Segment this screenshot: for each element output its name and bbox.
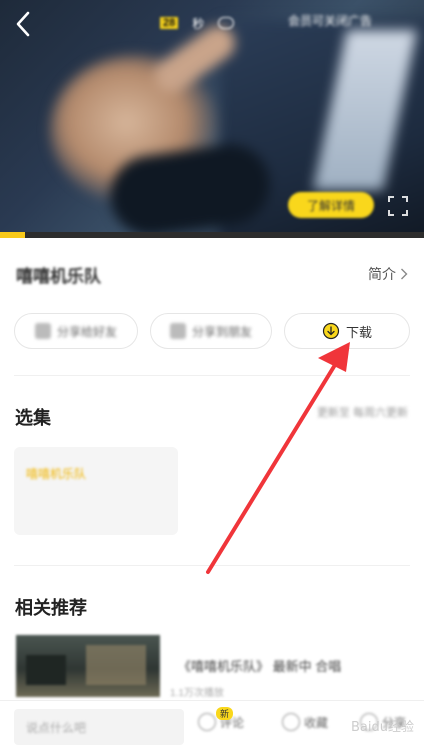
learn-more-button[interactable]: 了解详情: [288, 192, 374, 218]
recommend-item-meta: 1.1万次播放: [170, 688, 224, 699]
intro-label: 简介: [368, 266, 396, 282]
comment-icon: [198, 713, 216, 731]
fullscreen-icon[interactable]: [386, 194, 410, 218]
share-friends-label: 分享给好友: [56, 324, 117, 339]
recommend-title: 相关推荐: [15, 598, 87, 618]
update-note[interactable]: 更新至 每周六更新: [317, 404, 408, 420]
vip-icon: [218, 17, 235, 29]
divider: [14, 375, 410, 376]
video-player[interactable]: 28 秒 会员可关闭广告 了解详情: [0, 0, 424, 232]
close-ad-link[interactable]: 会员可关闭广告: [288, 12, 372, 29]
episode-label: 嘻嘻机乐队: [26, 467, 87, 481]
video-progress-fill: [0, 232, 26, 238]
divider: [14, 565, 410, 566]
favorite-icon: [282, 713, 300, 731]
share-moments-button[interactable]: 分享到朋友: [150, 313, 272, 349]
new-badge: 新: [216, 707, 234, 720]
share-icon: [34, 323, 51, 339]
recommend-thumbnail[interactable]: [16, 635, 160, 697]
share-friends-button[interactable]: 分享给好友: [14, 313, 138, 349]
favorite-button[interactable]: 收藏: [282, 713, 328, 731]
video-title: 嘻嘻机乐队: [16, 267, 101, 286]
download-button[interactable]: 下载: [284, 313, 410, 349]
share-moments-label: 分享到朋友: [191, 324, 252, 339]
comment-placeholder: 说点什么吧: [26, 720, 87, 735]
countdown-number: 28: [160, 17, 179, 29]
watermark-text: Baidu经验: [351, 720, 414, 735]
chevron-right-icon: [401, 268, 408, 280]
comment-input[interactable]: 说点什么吧: [14, 709, 184, 745]
download-label: 下载: [345, 324, 372, 340]
action-buttons: 分享给好友 分享到朋友 下载: [14, 313, 410, 349]
intro-link[interactable]: 简介: [368, 264, 408, 284]
download-icon: [322, 322, 340, 340]
video-progress-bar[interactable]: [0, 232, 424, 238]
episode-card[interactable]: 嘻嘻机乐队: [14, 447, 178, 535]
recommend-item-title[interactable]: 《嘻嘻机乐队》 最新中 合唱: [178, 656, 341, 675]
ad-countdown: 28 秒: [160, 12, 235, 34]
comment-button[interactable]: 评论 新: [198, 707, 244, 731]
favorite-label: 收藏: [304, 715, 329, 730]
back-arrow-icon[interactable]: [8, 8, 40, 40]
moments-icon: [169, 323, 186, 339]
episodes-title: 选集: [15, 408, 51, 428]
countdown-unit: 秒: [192, 16, 205, 31]
